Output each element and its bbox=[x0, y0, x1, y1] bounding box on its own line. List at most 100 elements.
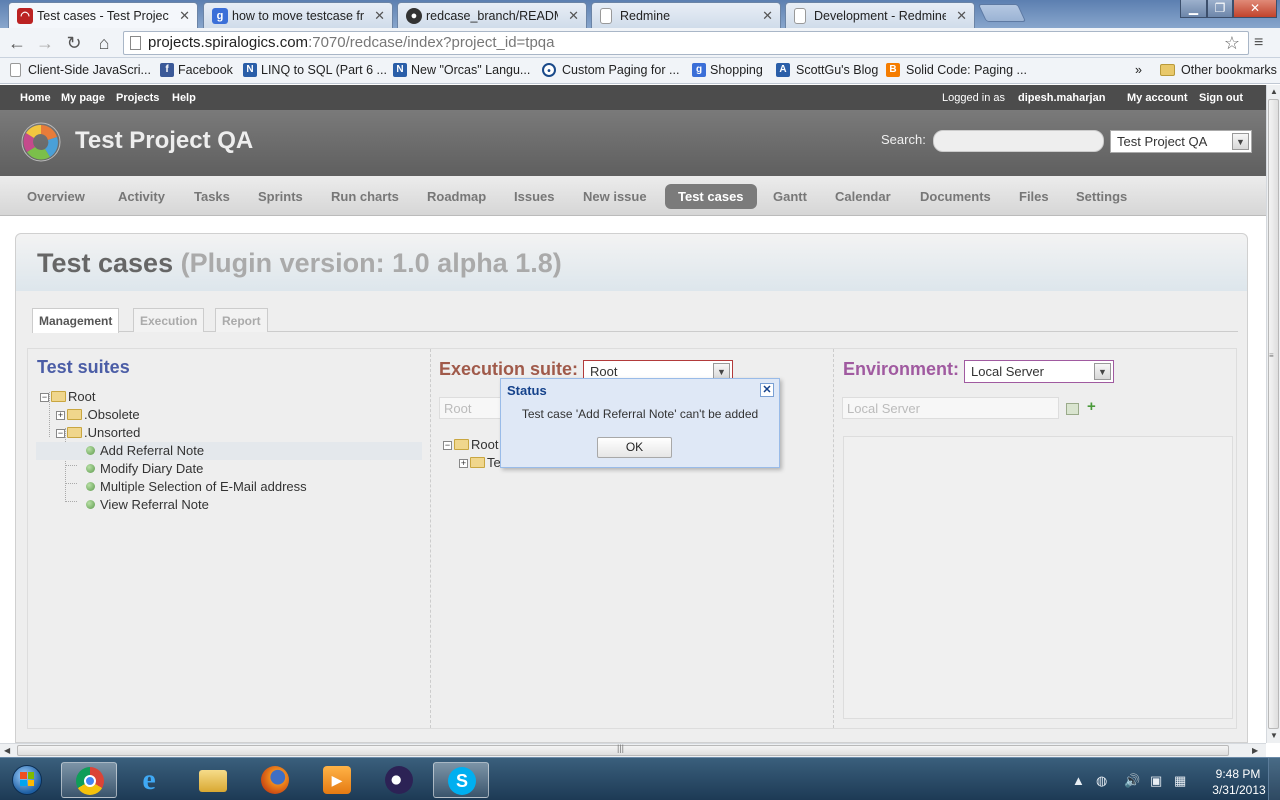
tab-settings[interactable]: Settings bbox=[1076, 184, 1127, 209]
scroll-thumb[interactable] bbox=[1268, 99, 1279, 729]
tree-node-root[interactable]: − Root bbox=[40, 388, 95, 406]
execution-tree-root[interactable]: − Root bbox=[443, 436, 498, 454]
collapse-icon[interactable]: − bbox=[40, 393, 49, 403]
tab-roadmap[interactable]: Roadmap bbox=[427, 184, 486, 209]
tree-node-test-case[interactable]: Add Referral Note bbox=[36, 442, 422, 460]
collapse-icon[interactable]: − bbox=[56, 429, 65, 439]
tree-node-test-case[interactable]: View Referral Note bbox=[86, 496, 209, 514]
scroll-up-icon[interactable]: ▲ bbox=[1270, 87, 1278, 96]
project-jump-select[interactable]: Test Project QA ▼ bbox=[1110, 130, 1252, 153]
close-icon[interactable]: ✕ bbox=[956, 8, 967, 24]
tab-test-cases[interactable]: Test cases bbox=[665, 184, 757, 209]
expand-icon[interactable]: + bbox=[56, 411, 65, 421]
menu-icon[interactable]: ≡ bbox=[1254, 34, 1263, 52]
tab-sprints[interactable]: Sprints bbox=[258, 184, 303, 209]
close-icon[interactable]: ✕ bbox=[762, 8, 773, 24]
execution-suite-name-input[interactable]: Root bbox=[439, 397, 505, 419]
bookmark-item[interactable]: A ScottGu's Blog bbox=[776, 63, 878, 77]
add-icon[interactable]: + bbox=[1087, 398, 1096, 415]
device-icon[interactable]: ▣ bbox=[1150, 773, 1162, 789]
browser-tab-github[interactable]: ● redcase_branch/README. ✕ bbox=[397, 2, 587, 28]
forward-icon[interactable]: → bbox=[34, 32, 56, 54]
bookmark-item[interactable]: • Custom Paging for ... bbox=[542, 63, 679, 77]
scroll-left-icon[interactable]: ◀ bbox=[4, 746, 10, 755]
tab-files[interactable]: Files bbox=[1019, 184, 1049, 209]
expand-icon[interactable]: + bbox=[459, 459, 468, 469]
close-icon[interactable]: ✕ bbox=[568, 8, 579, 24]
tab-overview[interactable]: Overview bbox=[27, 184, 85, 209]
show-desktop-button[interactable] bbox=[1268, 758, 1280, 800]
back-icon[interactable]: ← bbox=[6, 32, 28, 54]
clock-date[interactable]: 3/31/2013 bbox=[1204, 783, 1274, 797]
show-hidden-icons-icon[interactable]: ▲ bbox=[1072, 773, 1085, 788]
taskbar-eclipse[interactable] bbox=[371, 762, 427, 798]
close-icon[interactable]: ✕ bbox=[760, 383, 774, 397]
browser-tab-redmine[interactable]: Redmine ✕ bbox=[591, 2, 781, 28]
tab-report[interactable]: Report bbox=[215, 308, 268, 332]
tab-tasks[interactable]: Tasks bbox=[194, 184, 230, 209]
execution-tree-child[interactable]: + Te bbox=[459, 454, 501, 472]
tree-node-unsorted[interactable]: − .Unsorted bbox=[56, 424, 140, 442]
new-tab-button[interactable] bbox=[977, 4, 1027, 22]
clock-time[interactable]: 9:48 PM bbox=[1208, 767, 1268, 781]
bookmark-item[interactable]: N New "Orcas" Langu... bbox=[393, 63, 530, 77]
bookmark-item[interactable]: f Facebook bbox=[160, 63, 233, 77]
tab-run-charts[interactable]: Run charts bbox=[331, 184, 399, 209]
vertical-scrollbar[interactable]: ▲ ≡ ▼ bbox=[1266, 85, 1280, 743]
scroll-right-icon[interactable]: ▶ bbox=[1252, 746, 1258, 755]
sign-out-link[interactable]: Sign out bbox=[1199, 92, 1243, 104]
reload-icon[interactable]: ↻ bbox=[63, 32, 85, 54]
environment-name-input[interactable]: Local Server bbox=[842, 397, 1059, 419]
top-menu-home[interactable]: Home bbox=[20, 92, 51, 104]
top-menu-my-page[interactable]: My page bbox=[61, 92, 105, 104]
taskbar-chrome[interactable] bbox=[61, 762, 117, 798]
taskbar-internet-explorer[interactable]: e bbox=[121, 762, 177, 798]
top-menu-projects[interactable]: Projects bbox=[116, 92, 159, 104]
volume-icon[interactable]: 🔊 bbox=[1124, 773, 1140, 789]
network-status-icon[interactable]: ◍ bbox=[1096, 773, 1107, 789]
browser-tab-test-cases[interactable]: ◠ Test cases - Test Project QA ✕ bbox=[8, 2, 198, 28]
window-close-button[interactable]: ✕ bbox=[1233, 0, 1277, 18]
taskbar-skype[interactable]: S bbox=[433, 762, 489, 798]
maximize-button[interactable]: ❐ bbox=[1207, 0, 1233, 18]
collapse-icon[interactable]: − bbox=[443, 441, 452, 451]
bookmark-item[interactable]: g Shopping bbox=[692, 63, 763, 77]
tree-node-test-case[interactable]: Multiple Selection of E-Mail address bbox=[86, 478, 307, 496]
address-bar[interactable]: projects.spiralogics.com:7070/redcase/in… bbox=[123, 31, 1249, 55]
tree-node-test-case[interactable]: Modify Diary Date bbox=[86, 460, 203, 478]
minimize-button[interactable]: ▁ bbox=[1180, 0, 1207, 18]
star-icon[interactable]: ☆ bbox=[1224, 32, 1240, 54]
taskbar-windows-explorer[interactable] bbox=[185, 762, 241, 798]
environment-list[interactable] bbox=[843, 436, 1233, 719]
tab-activity[interactable]: Activity bbox=[118, 184, 165, 209]
horizontal-scrollbar[interactable]: ◀ ||| ▶ bbox=[0, 743, 1266, 757]
start-button[interactable] bbox=[2, 760, 52, 799]
browser-tab-google[interactable]: g how to move testcase from ✕ bbox=[203, 2, 393, 28]
browser-tab-development[interactable]: Development - Redmine ✕ bbox=[785, 2, 975, 28]
my-account-link[interactable]: My account bbox=[1127, 92, 1188, 104]
tab-execution[interactable]: Execution bbox=[133, 308, 205, 332]
close-icon[interactable]: ✕ bbox=[179, 8, 190, 24]
environment-select[interactable]: Local Server ▼ bbox=[964, 360, 1114, 383]
tab-documents[interactable]: Documents bbox=[920, 184, 991, 209]
close-icon[interactable]: ✕ bbox=[374, 8, 385, 24]
bookmark-item[interactable]: N LINQ to SQL (Part 6 ... bbox=[243, 63, 387, 77]
ok-button[interactable]: OK bbox=[597, 437, 672, 458]
other-bookmarks-folder[interactable]: Other bookmarks bbox=[1160, 63, 1277, 77]
tree-node-obsolete[interactable]: + .Obsolete bbox=[56, 406, 140, 424]
tab-issues[interactable]: Issues bbox=[514, 184, 554, 209]
user-link[interactable]: dipesh.maharjan bbox=[1018, 92, 1105, 104]
tab-management[interactable]: Management bbox=[32, 308, 120, 333]
top-menu-help[interactable]: Help bbox=[172, 92, 196, 104]
tab-gantt[interactable]: Gantt bbox=[773, 184, 807, 209]
scroll-down-icon[interactable]: ▼ bbox=[1270, 731, 1278, 740]
search-input[interactable] bbox=[933, 130, 1104, 152]
tab-calendar[interactable]: Calendar bbox=[835, 184, 891, 209]
bookmark-item[interactable]: B Solid Code: Paging ... bbox=[886, 63, 1027, 77]
bookmark-item[interactable]: Client-Side JavaScri... bbox=[10, 63, 151, 77]
save-icon[interactable] bbox=[1066, 403, 1079, 415]
taskbar-media-player[interactable]: ▶ bbox=[309, 762, 365, 798]
network-icon[interactable]: ▦ bbox=[1174, 773, 1186, 789]
bookmarks-overflow-button[interactable]: » bbox=[1135, 63, 1142, 77]
taskbar-firefox[interactable] bbox=[247, 762, 303, 798]
